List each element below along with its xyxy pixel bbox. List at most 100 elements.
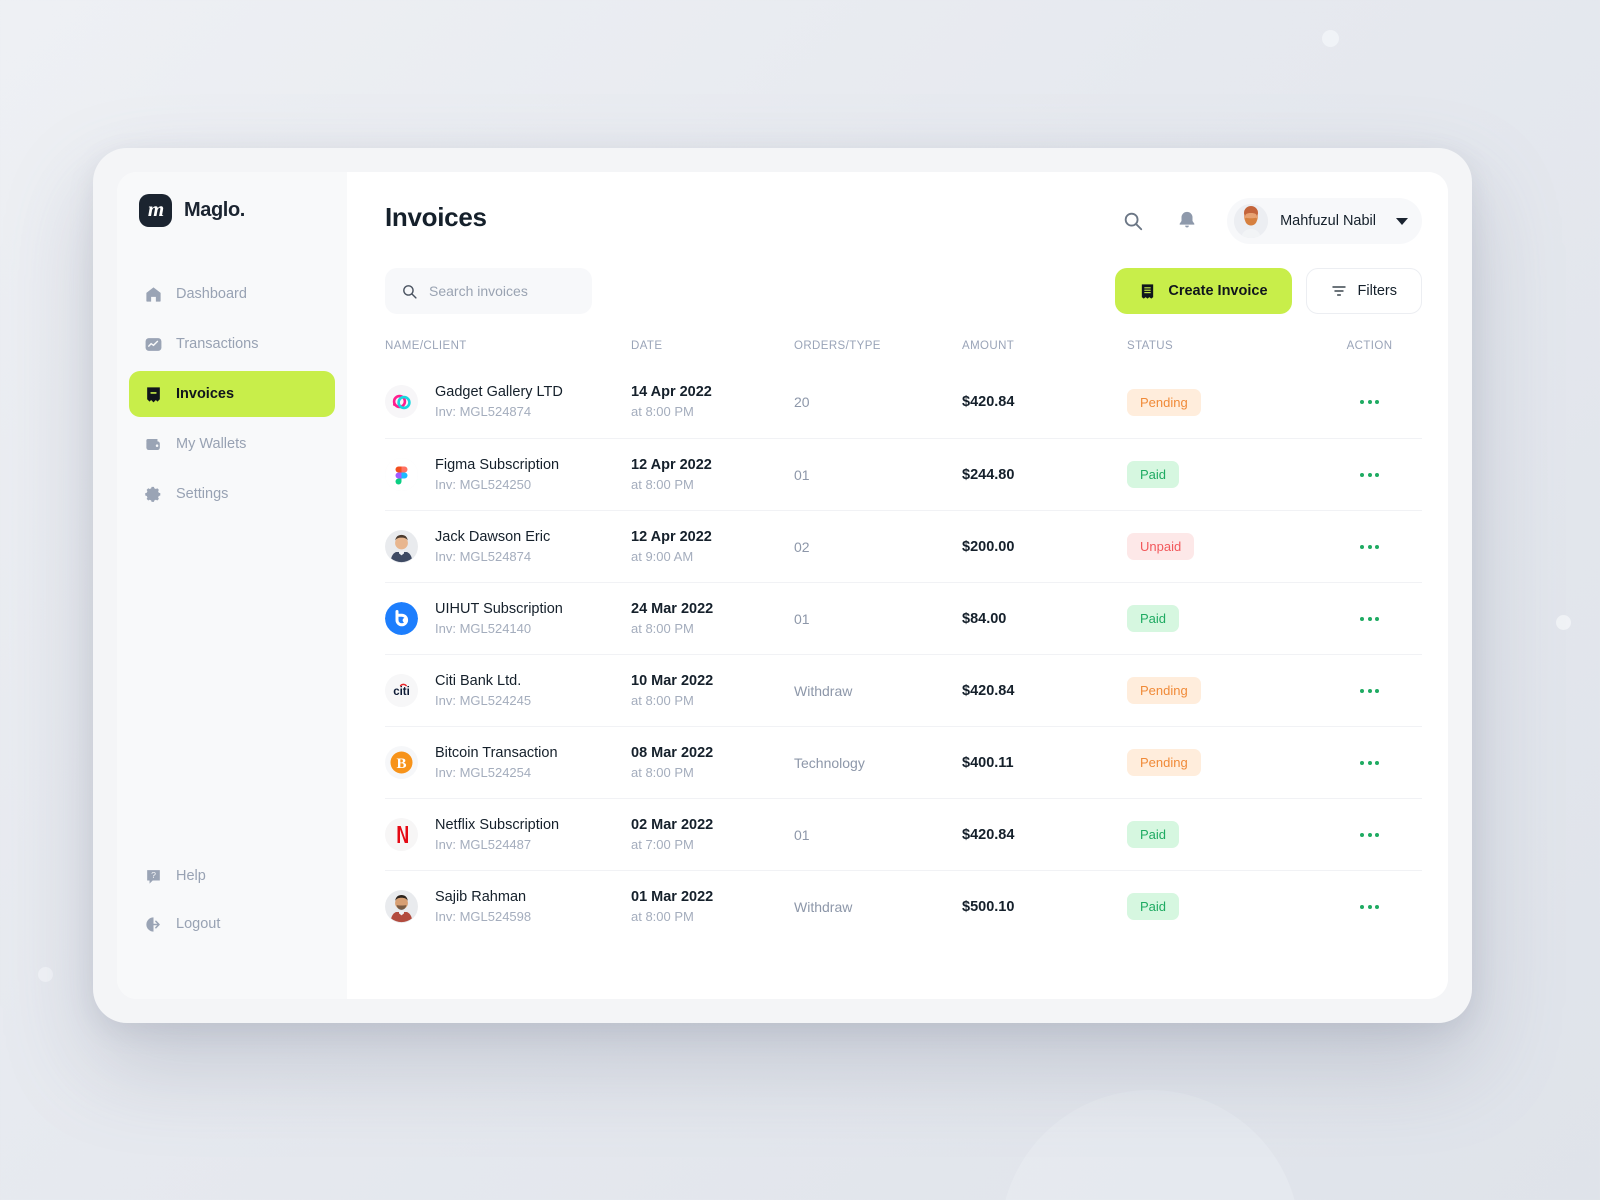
sidebar-item-transactions[interactable]: Transactions bbox=[129, 321, 335, 367]
invoice-time: at 8:00 PM bbox=[631, 620, 694, 636]
sidebar-bottom-nav: ? Help Logout bbox=[117, 853, 347, 999]
table-row[interactable]: Sajib Rahman Inv: MGL524598 01 Mar 2022 at … bbox=[385, 870, 1422, 942]
sidebar-item-my-wallets[interactable]: My Wallets bbox=[129, 421, 335, 467]
sidebar-item-help[interactable]: ? Help bbox=[129, 853, 335, 899]
row-action-button[interactable] bbox=[1317, 760, 1422, 765]
sidebar-item-logout[interactable]: Logout bbox=[129, 901, 335, 947]
filters-button[interactable]: Filters bbox=[1305, 268, 1422, 314]
invoice-number: Inv: MGL524874 bbox=[435, 548, 532, 564]
main-content: Invoices Mahfuzul Nabil Search invoices … bbox=[347, 172, 1448, 999]
row-action-button[interactable] bbox=[1317, 616, 1422, 621]
cell-orders-type: 01 bbox=[794, 826, 810, 843]
cell-amount: $400.11 bbox=[962, 754, 1014, 771]
invoice-date: 12 Apr 2022 bbox=[631, 528, 712, 545]
row-action-button[interactable] bbox=[1317, 544, 1422, 549]
cell-orders-type: 01 bbox=[794, 610, 810, 627]
row-action-button[interactable] bbox=[1317, 400, 1422, 404]
cell-orders-type: 20 bbox=[794, 394, 810, 410]
invoices-table: NAME/CLIENT DATE ORDERS/TYPE AMOUNT STAT… bbox=[385, 340, 1422, 942]
home-icon bbox=[143, 284, 163, 304]
cell-status: Pending bbox=[1127, 749, 1317, 776]
invoice-date: 02 Mar 2022 bbox=[631, 816, 714, 833]
invoice-number: Inv: MGL524598 bbox=[435, 908, 532, 924]
figma-logo bbox=[385, 457, 418, 491]
cell-date: 08 Mar 2022 at 8:00 PM bbox=[631, 743, 794, 783]
cell-amount: $500.10 bbox=[962, 898, 1015, 915]
client-name: Figma Subscription bbox=[435, 456, 560, 473]
invoice-number: Inv: MGL524245 bbox=[435, 692, 532, 708]
invoice-time: at 9:00 AM bbox=[631, 548, 694, 564]
table-body: Gadget Gallery LTD Inv: MGL524874 14 Apr 2… bbox=[385, 366, 1422, 942]
logout-icon bbox=[143, 914, 163, 934]
invoice-date: 01 Mar 2022 bbox=[631, 888, 714, 905]
maglo-mark-icon: m bbox=[139, 194, 172, 227]
row-action-button[interactable] bbox=[1317, 688, 1422, 693]
search-input[interactable] bbox=[429, 283, 576, 299]
netflix-logo bbox=[385, 817, 418, 851]
cell-name-client: UIHUT Subscription Inv: MGL524140 bbox=[385, 599, 631, 639]
svg-text:B: B bbox=[396, 756, 406, 772]
more-options-icon bbox=[1360, 616, 1379, 621]
more-options-icon bbox=[1360, 760, 1379, 765]
invoice-date: 24 Mar 2022 bbox=[631, 600, 714, 617]
cell-date: 12 Apr 2022 at 9:00 AM bbox=[631, 527, 794, 567]
filter-icon bbox=[1331, 286, 1346, 296]
row-action-button[interactable] bbox=[1317, 904, 1422, 909]
cell-date: 12 Apr 2022 at 8:00 PM bbox=[631, 455, 794, 495]
create-invoice-label: Create Invoice bbox=[1168, 283, 1268, 299]
table-row[interactable]: Netflix Subscription Inv: MGL524487 02 Mar… bbox=[385, 798, 1422, 870]
cell-status: Paid bbox=[1127, 605, 1317, 632]
table-row[interactable]: UIHUT Subscription Inv: MGL524140 24 Mar 2… bbox=[385, 582, 1422, 654]
row-action-button[interactable] bbox=[1317, 832, 1422, 837]
row-action-button[interactable] bbox=[1317, 472, 1422, 477]
cell-name-client: Sajib Rahman Inv: MGL524598 bbox=[385, 887, 631, 927]
gear-icon bbox=[143, 484, 163, 504]
cell-name-client: B Bitcoin Transaction Inv: MGL524254 bbox=[385, 743, 631, 783]
search-box[interactable] bbox=[385, 268, 592, 314]
sidebar-item-label: Dashboard bbox=[176, 286, 247, 302]
sidebar-item-invoices[interactable]: Invoices bbox=[129, 371, 335, 417]
profile-menu[interactable]: Mahfuzul Nabil bbox=[1227, 198, 1422, 244]
uihut-logo bbox=[385, 601, 418, 635]
sidebar-item-label: My Wallets bbox=[176, 436, 247, 452]
invoice-time: at 8:00 PM bbox=[631, 404, 694, 420]
action-bar: Create Invoice Filters bbox=[385, 268, 1422, 314]
brand-name: Maglo. bbox=[184, 199, 245, 221]
cell-amount: $420.84 bbox=[962, 826, 1015, 843]
table-row[interactable]: Gadget Gallery LTD Inv: MGL524874 14 Apr 2… bbox=[385, 366, 1422, 438]
column-header-orders-type: ORDERS/TYPE bbox=[794, 340, 881, 352]
cell-status: Pending bbox=[1127, 677, 1317, 704]
cell-amount: $84.00 bbox=[962, 610, 1007, 627]
cell-status: Paid bbox=[1127, 461, 1317, 488]
search-icon[interactable] bbox=[1119, 207, 1147, 235]
table-row[interactable]: B Bitcoin Transaction Inv: MGL524254 08 Mar… bbox=[385, 726, 1422, 798]
table-row[interactable]: citi Citi Bank Ltd. Inv: MGL524245 10 Mar 2… bbox=[385, 654, 1422, 726]
topbar: Invoices Mahfuzul Nabil bbox=[385, 198, 1422, 244]
client-name: UIHUT Subscription bbox=[435, 600, 563, 617]
sidebar-item-dashboard[interactable]: Dashboard bbox=[129, 271, 335, 317]
cell-name-client: Figma Subscription Inv: MGL524250 bbox=[385, 455, 631, 495]
sidebar-item-settings[interactable]: Settings bbox=[129, 471, 335, 517]
column-header-name: NAME/CLIENT bbox=[385, 340, 467, 352]
cell-status: Paid bbox=[1127, 893, 1317, 920]
cell-date: 10 Mar 2022 at 8:00 PM bbox=[631, 671, 794, 711]
sidebar-item-label: Help bbox=[176, 868, 206, 884]
bitcoin-logo: B bbox=[385, 745, 418, 779]
invoice-date: 12 Apr 2022 bbox=[631, 456, 712, 473]
create-invoice-button[interactable]: Create Invoice bbox=[1115, 268, 1292, 314]
sidebar-nav: Dashboard Transactions Invoices My Walle… bbox=[117, 271, 347, 517]
invoice-number: Inv: MGL524254 bbox=[435, 764, 532, 780]
cell-date: 14 Apr 2022 at 8:00 PM bbox=[631, 382, 794, 422]
table-header: NAME/CLIENT DATE ORDERS/TYPE AMOUNT STAT… bbox=[385, 340, 1422, 366]
status-badge: Paid bbox=[1127, 605, 1180, 632]
profile-name: Mahfuzul Nabil bbox=[1280, 213, 1376, 229]
table-row[interactable]: Jack Dawson Eric Inv: MGL524874 12 Apr 202… bbox=[385, 510, 1422, 582]
client-name: Gadget Gallery LTD bbox=[435, 384, 563, 401]
table-row[interactable]: Figma Subscription Inv: MGL524250 12 Apr 2… bbox=[385, 438, 1422, 510]
citi-logo: citi bbox=[385, 673, 418, 707]
gadget-gallery-logo bbox=[385, 385, 418, 419]
bell-icon[interactable] bbox=[1173, 207, 1201, 235]
sidebar-item-label: Invoices bbox=[176, 386, 235, 402]
sidebar-item-label: Transactions bbox=[176, 336, 259, 352]
more-options-icon bbox=[1360, 904, 1379, 909]
